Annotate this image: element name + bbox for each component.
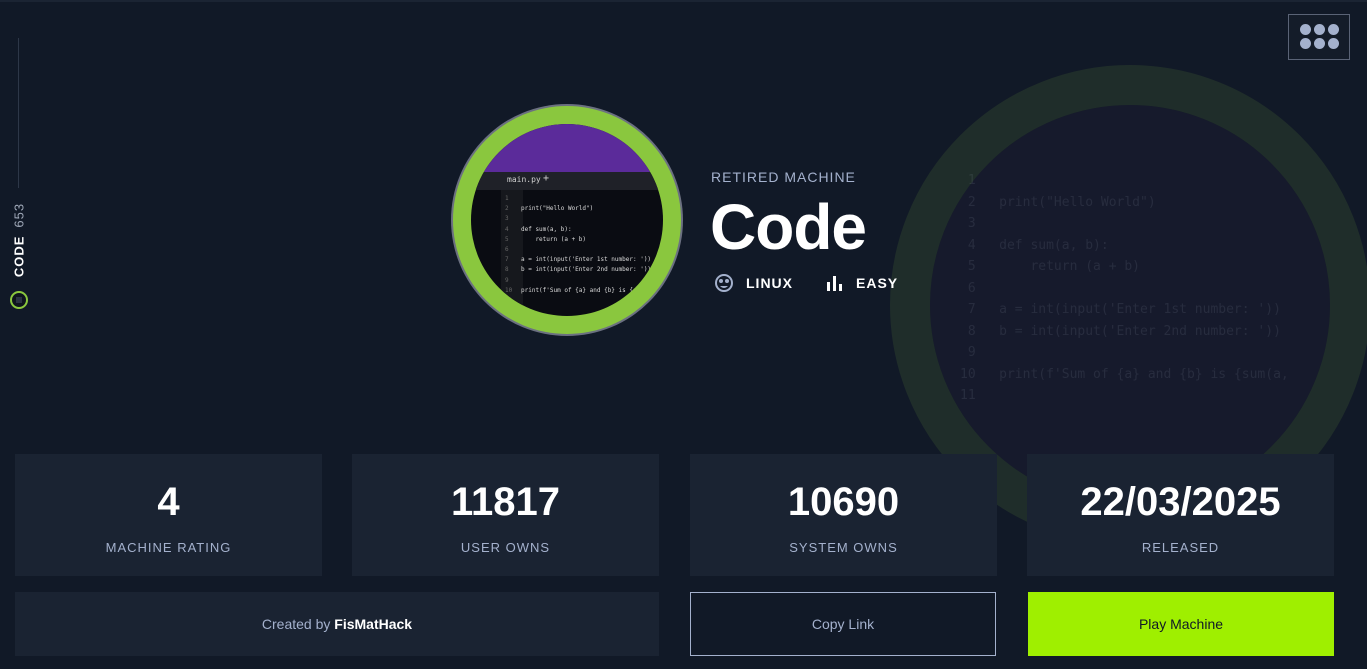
stat-value: 10690 bbox=[787, 480, 900, 524]
line-number: 4 bbox=[505, 225, 509, 233]
line-number: 3 bbox=[505, 215, 509, 223]
grid-menu-icon bbox=[1300, 24, 1339, 49]
avatar-code-line: 9 bbox=[505, 276, 655, 286]
linux-penguin-icon bbox=[715, 274, 733, 292]
line-number: 7 bbox=[505, 256, 509, 264]
line-number: 1 bbox=[505, 195, 509, 202]
avatar-code-line: 8 b = int(input('Enter 2nd number: ')) bbox=[505, 265, 655, 275]
stat-value: 11817 bbox=[450, 480, 561, 524]
ghost-code-line: 7 a = int(input('Enter 1st number: ')) bbox=[960, 302, 1281, 317]
ghost-code-line: 4 def sum(a, b): bbox=[960, 237, 1109, 253]
rail-machine-id: 653 bbox=[11, 202, 27, 228]
background-code-decoration: 1 2 print("Hello World") 3 4 def sum(a, … bbox=[960, 170, 1289, 407]
top-border bbox=[0, 0, 1367, 2]
stat-label: USER OWNS bbox=[460, 540, 551, 555]
ghost-code-line: 3 bbox=[960, 216, 1000, 231]
stat-label: RELEASED bbox=[1141, 540, 1220, 555]
avatar-tab-name: main.py bbox=[507, 175, 541, 184]
rail-machine-name: CODE bbox=[11, 235, 27, 278]
line-number: 5 bbox=[505, 235, 509, 243]
machine-status: RETIRED MACHINE bbox=[711, 169, 856, 185]
ghost-code-line: 6 bbox=[960, 280, 1000, 296]
copy-link-button[interactable]: Copy Link bbox=[690, 592, 996, 656]
line-text: return (a + b) bbox=[521, 235, 587, 243]
stat-value: 4 bbox=[157, 480, 180, 524]
stat-label: MACHINE RATING bbox=[105, 540, 232, 555]
difficulty-bars-icon bbox=[827, 276, 842, 291]
line-text: print("Hello World") bbox=[521, 205, 594, 213]
machine-avatar-image: main.py + 1 2 print("Hello World") 3 4 def su… bbox=[471, 124, 663, 316]
machine-avatar: main.py + 1 2 print("Hello World") 3 4 def su… bbox=[453, 106, 681, 334]
creator-link[interactable]: FisMatHack bbox=[334, 616, 412, 632]
ghost-code-line: 2 print("Hello World") bbox=[960, 194, 1156, 210]
avatar-code-line: 1 bbox=[505, 194, 655, 204]
created-by-prefix: Created by bbox=[261, 616, 331, 632]
avatar-code-line: 4 def sum(a, b): bbox=[505, 225, 655, 235]
stat-card-system-owns: 10690 SYSTEM OWNS bbox=[690, 454, 997, 576]
line-number: 2 bbox=[505, 205, 509, 213]
avatar-code-snippet: 1 2 print("Hello World") 3 4 def sum(a, b): 5 … bbox=[505, 194, 655, 306]
line-text: a = int(input('Enter 1st number: ')) bbox=[521, 256, 652, 264]
stat-card-rating: 4 MACHINE RATING bbox=[15, 454, 322, 576]
os-tag: LINUX bbox=[714, 274, 793, 292]
ghost-code-line: 5 return (a + b) bbox=[960, 259, 1141, 274]
avatar-code-line: 5 return (a + b) bbox=[505, 235, 655, 245]
stat-value: 22/03/2025 bbox=[1080, 480, 1281, 524]
stat-card-released: 22/03/2025 RELEASED bbox=[1027, 454, 1334, 576]
line-text: def sum(a, b): bbox=[521, 225, 572, 233]
rail-divider bbox=[18, 38, 19, 188]
difficulty-label: EASY bbox=[856, 275, 899, 291]
rail-machine-label: CODE 653 bbox=[8, 195, 30, 285]
difficulty-tag: EASY bbox=[826, 274, 898, 292]
rail-machine-avatar[interactable] bbox=[10, 291, 28, 309]
stat-card-user-owns: 11817 USER OWNS bbox=[352, 454, 659, 576]
line-number: 6 bbox=[505, 246, 509, 254]
avatar-code-line: 11 bbox=[505, 296, 655, 306]
ghost-code-line: 9 bbox=[960, 345, 1000, 360]
ghost-code-line: 1 bbox=[960, 173, 1000, 188]
ghost-code-line: 10 print(f'Sum of {a} and {b} is {sum(a, bbox=[960, 366, 1289, 382]
stat-label: SYSTEM OWNS bbox=[789, 540, 898, 555]
line-number: 11 bbox=[505, 297, 513, 305]
ghost-code-line: 11 bbox=[960, 388, 1000, 403]
line-text: print(f'Sum of {a} and {b} is {sum(a, bbox=[521, 286, 655, 294]
creator-info: Created by FisMatHack bbox=[15, 592, 659, 656]
line-number: 9 bbox=[505, 276, 509, 284]
avatar-code-line: 7 a = int(input('Enter 1st number: ')) bbox=[505, 255, 655, 265]
machine-title: Code bbox=[710, 191, 867, 263]
line-number: 10 bbox=[505, 286, 513, 294]
avatar-code-line: 10 print(f'Sum of {a} and {b} is {sum(a, bbox=[505, 286, 655, 296]
ghost-code-line: 8 b = int(input('Enter 2nd number: ')) bbox=[960, 323, 1281, 339]
avatar-code-line: 3 bbox=[505, 214, 655, 224]
app-grid-menu-button[interactable] bbox=[1288, 14, 1350, 60]
line-number: 8 bbox=[505, 266, 509, 274]
avatar-tab-plus: + bbox=[543, 173, 550, 184]
avatar-code-line: 2 print("Hello World") bbox=[505, 204, 655, 214]
play-machine-button[interactable]: Play Machine bbox=[1028, 592, 1334, 656]
line-text: b = int(input('Enter 2nd number: ')) bbox=[521, 266, 652, 274]
os-label: LINUX bbox=[746, 275, 793, 291]
avatar-code-line: 6 bbox=[505, 245, 655, 255]
